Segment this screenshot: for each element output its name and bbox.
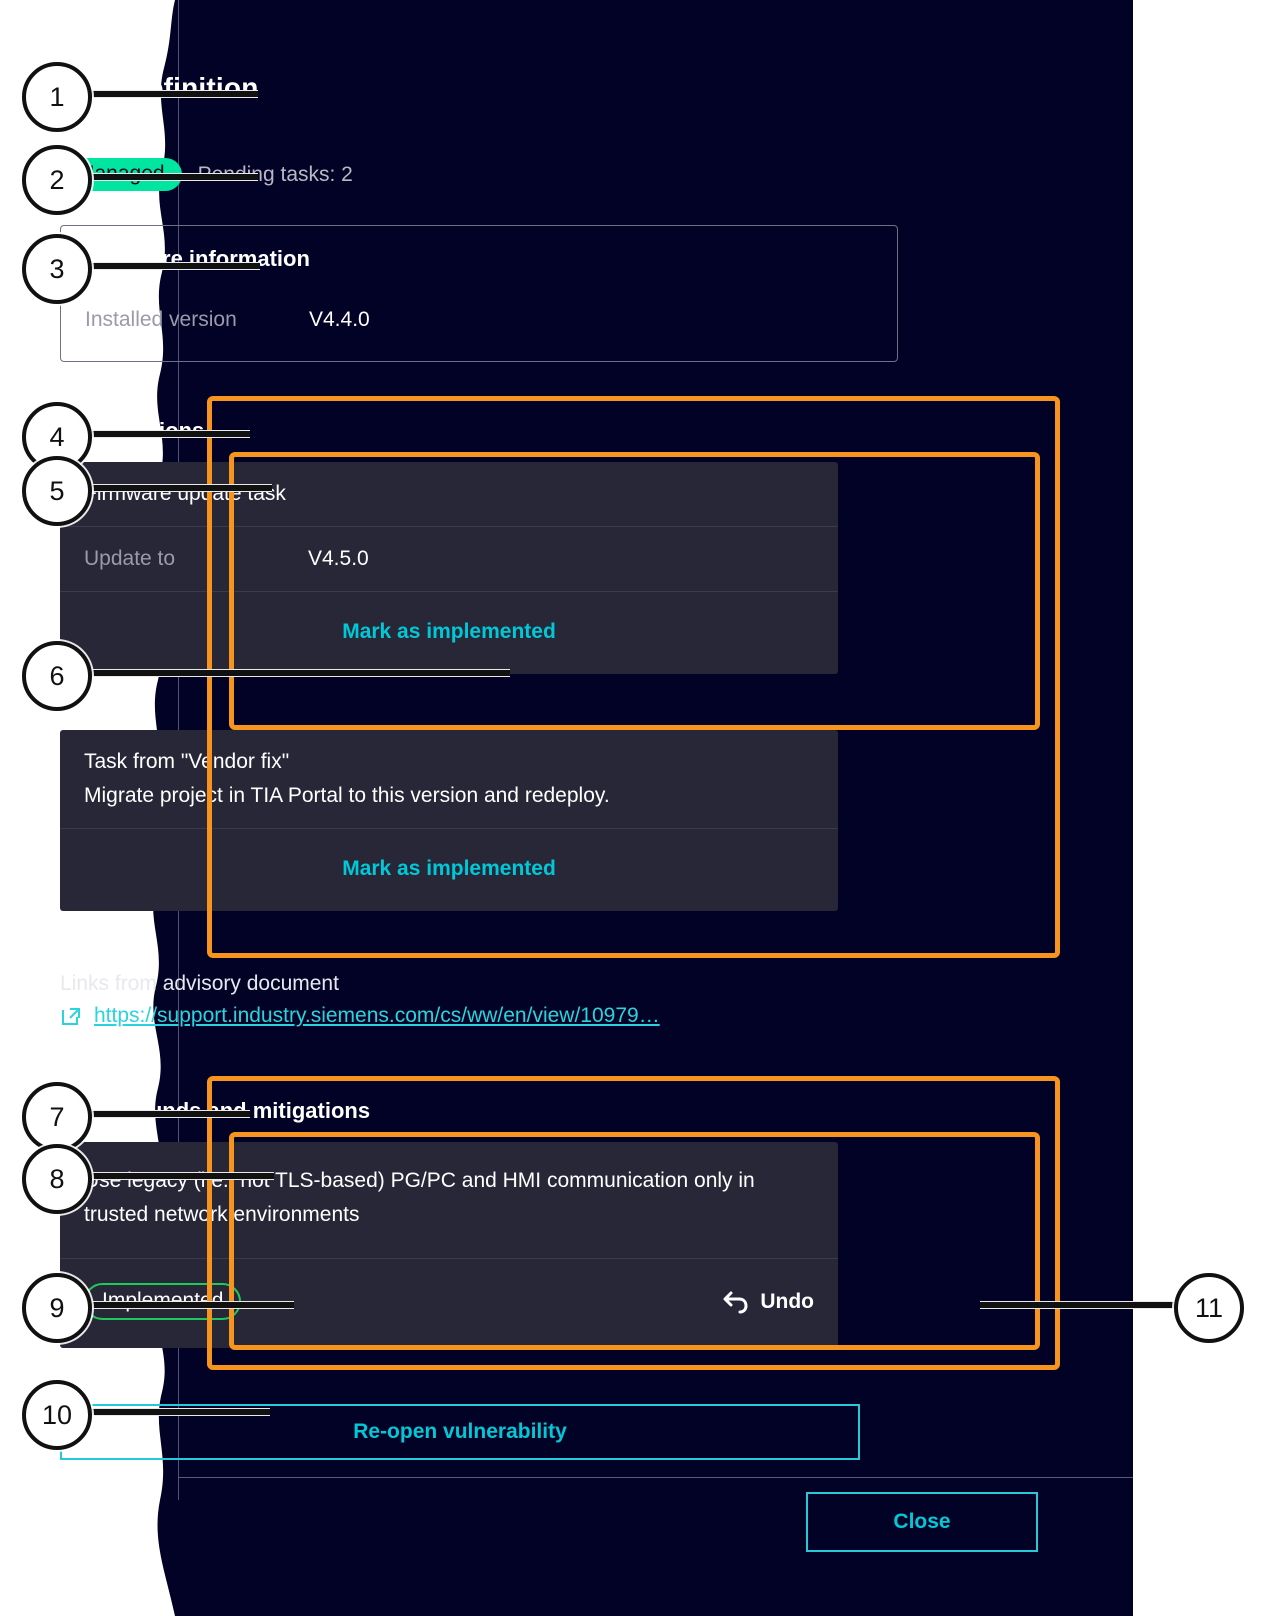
callout-4: 4	[22, 402, 250, 472]
callout-number: 11	[1174, 1273, 1244, 1343]
advisory-links-label: Links from advisory document	[60, 972, 339, 995]
callout-number: 8	[22, 1144, 92, 1214]
callout-leader	[80, 669, 510, 677]
callout-number: 7	[22, 1082, 92, 1152]
callout-leader	[80, 430, 250, 438]
undo-arrow-icon	[722, 1289, 750, 1315]
callout-11: 11	[980, 1273, 1244, 1343]
callout-9: 9	[22, 1273, 294, 1343]
mark-as-implemented-button[interactable]: Mark as implemented	[342, 857, 556, 880]
installed-version-value: V4.4.0	[309, 308, 370, 331]
callout-6: 6	[22, 641, 510, 711]
callout-leader	[80, 1301, 294, 1309]
callout-2: 2	[22, 145, 258, 215]
callout-8: 8	[22, 1144, 274, 1214]
close-button[interactable]: Close	[806, 1492, 1038, 1552]
footer-divider	[178, 1477, 1133, 1478]
callout-leader	[980, 1301, 1178, 1309]
callout-10: 10	[22, 1380, 270, 1450]
callout-number: 6	[22, 641, 92, 711]
callout-leader	[80, 173, 258, 181]
external-link-icon	[60, 1005, 82, 1027]
installed-version-row: Installed version V4.4.0	[85, 308, 873, 332]
callout-leader	[80, 1110, 250, 1118]
remediation-card-title-row: Task from "Vendor fix"	[60, 730, 838, 778]
callout-leader	[80, 262, 260, 270]
remediation-update-to-row: Update to V4.5.0	[60, 527, 838, 592]
callout-3: 3	[22, 234, 260, 304]
callout-number: 5	[22, 456, 92, 526]
callout-leader	[80, 90, 258, 98]
annotated-screenshot: Task definition Managed Pending tasks: 2…	[0, 0, 1281, 1616]
callout-7: 7	[22, 1082, 250, 1152]
remediation-card-body: Migrate project in TIA Portal to this ve…	[84, 784, 610, 807]
undo-label: Undo	[760, 1289, 814, 1313]
remediation-action-row[interactable]: Mark as implemented	[60, 829, 838, 911]
undo-button[interactable]: Undo	[722, 1289, 814, 1315]
advisory-link-row[interactable]: https://support.industry.siemens.com/cs/…	[60, 1004, 898, 1028]
remediation-card-vendor-fix[interactable]: Task from "Vendor fix" Migrate project i…	[60, 730, 838, 911]
callout-1: 1	[22, 62, 258, 132]
callout-number: 9	[22, 1273, 92, 1343]
close-button-label: Close	[893, 1510, 951, 1533]
callout-number: 3	[22, 234, 92, 304]
advisory-links-section: Links from advisory document https://sup…	[60, 972, 898, 1028]
update-to-label: Update to	[84, 547, 176, 570]
callout-5: 5	[22, 456, 272, 526]
mark-as-implemented-button[interactable]: Mark as implemented	[342, 620, 556, 643]
advisory-link-url[interactable]: https://support.industry.siemens.com/cs/…	[94, 1004, 660, 1028]
reopen-vulnerability-label: Re-open vulnerability	[353, 1420, 567, 1443]
update-to-value: V4.5.0	[308, 547, 369, 570]
callout-leader	[80, 1172, 274, 1180]
callout-leader	[80, 1408, 270, 1416]
callout-number: 10	[22, 1380, 92, 1450]
remediation-card-body-row: Migrate project in TIA Portal to this ve…	[60, 778, 838, 829]
installed-version-label: Installed version	[85, 308, 237, 331]
remediation-card-title: Task from "Vendor fix"	[84, 750, 290, 773]
callout-leader	[80, 484, 272, 492]
callout-number: 2	[22, 145, 92, 215]
callout-number: 1	[22, 62, 92, 132]
